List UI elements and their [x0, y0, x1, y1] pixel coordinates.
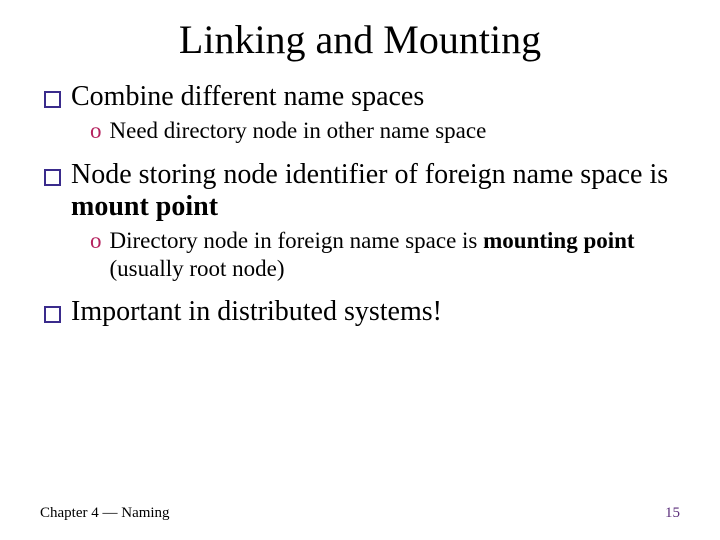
slide: Linking and Mounting Combine different n…	[0, 0, 720, 540]
text-post: (usually root node)	[110, 256, 285, 281]
bullet-text: Important in distributed systems!	[71, 296, 680, 328]
bullet-combine: Combine different name spaces	[44, 81, 680, 113]
bullet-mount-point: Node storing node identifier of foreign …	[44, 159, 680, 223]
footer-chapter: Chapter 4 — Naming	[40, 505, 170, 522]
footer: Chapter 4 — Naming 15	[40, 505, 680, 522]
square-bullet-icon	[44, 306, 61, 323]
page-number: 15	[665, 505, 680, 522]
subbullet-need-directory: o Need directory node in other name spac…	[90, 117, 680, 145]
text-bold: mount point	[71, 191, 218, 222]
subbullet-text: Directory node in foreign name space is …	[110, 227, 681, 282]
subbullet-mounting-point: o Directory node in foreign name space i…	[90, 227, 680, 282]
circle-bullet-icon: o	[90, 117, 102, 145]
circle-bullet-icon: o	[90, 227, 102, 255]
subbullet-text: Need directory node in other name space	[110, 117, 681, 145]
bullet-text: Node storing node identifier of foreign …	[71, 159, 680, 223]
bullet-text: Combine different name spaces	[71, 81, 680, 113]
bullet-important: Important in distributed systems!	[44, 296, 680, 328]
slide-title: Linking and Mounting	[40, 16, 680, 63]
square-bullet-icon	[44, 169, 61, 186]
text-pre: Node storing node identifier of foreign …	[71, 159, 668, 190]
text-bold: mounting point	[483, 228, 634, 253]
square-bullet-icon	[44, 91, 61, 108]
text-pre: Directory node in foreign name space is	[110, 228, 484, 253]
